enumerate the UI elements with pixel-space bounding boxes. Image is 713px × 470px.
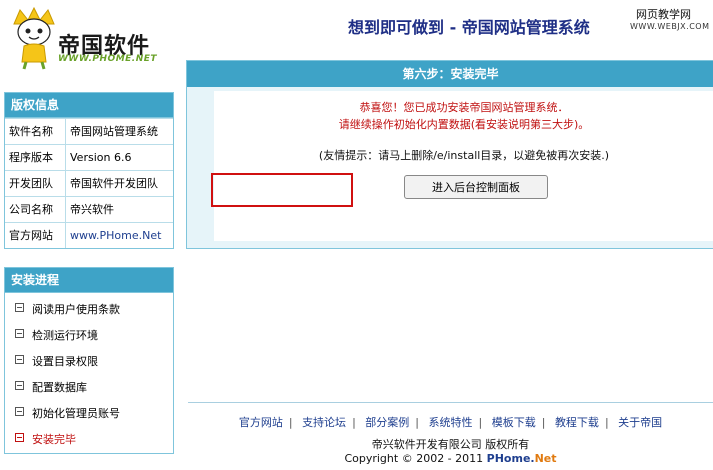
minus-box-icon: [15, 329, 24, 338]
step-label: 检测运行环境: [32, 329, 98, 342]
logo-url: WWW.PHOME.NET: [58, 54, 158, 64]
info-row: 开发团队 帝国软件开发团队: [5, 170, 173, 196]
info-key: 开发团队: [5, 171, 66, 196]
footer-link-features[interactable]: 系统特性: [429, 416, 473, 429]
info-row: 官方网站 www.PHome.Net: [5, 222, 173, 248]
step-heading: 第六步：安装完毕: [187, 61, 713, 87]
step-label: 设置目录权限: [32, 355, 98, 368]
footer-company: 帝兴软件开发有限公司 版权所有: [371, 438, 530, 451]
copyright-brand-net: Net: [534, 452, 557, 465]
footer-copyright: Copyright © 2002 - 2011 PHome.Net: [188, 452, 713, 465]
official-site-link[interactable]: www.PHome.Net: [66, 223, 173, 248]
copyright-brand: PHome.: [486, 452, 535, 465]
info-value: 帝国软件开发团队: [70, 177, 158, 190]
step-list: 阅读用户使用条款 检测运行环境 设置目录权限 配置数据库 初始化管理员账号 安装…: [5, 293, 173, 453]
next-step-message: 请继续操作初始化内置数据(看安装说明第三大步)。: [338, 118, 590, 131]
info-value: Version 6.6: [70, 151, 132, 164]
info-key: 软件名称: [5, 119, 66, 144]
step-item: 阅读用户使用条款: [5, 297, 173, 323]
minus-box-icon: [15, 433, 24, 442]
footer-link-tutorials[interactable]: 教程下载: [555, 416, 599, 429]
success-message: 恭喜您！您已成功安装帝国网站管理系统．: [359, 101, 569, 114]
info-value: 帝国网站管理系统: [70, 125, 158, 138]
step-label: 阅读用户使用条款: [32, 303, 120, 316]
minus-box-icon: [15, 303, 24, 312]
info-row: 程序版本 Version 6.6: [5, 144, 173, 170]
minus-box-icon: [15, 381, 24, 390]
step-item: 检测运行环境: [5, 323, 173, 349]
button-highlight-frame: [211, 173, 353, 207]
enter-admin-panel-button[interactable]: 进入后台控制面板: [404, 175, 548, 199]
footer-divider: [188, 402, 713, 403]
info-row: 软件名称 帝国网站管理系统: [5, 118, 173, 144]
main-content: 恭喜您！您已成功安装帝国网站管理系统． 请继续操作初始化内置数据(看安装说明第三…: [214, 91, 713, 241]
install-progress-title: 安装进程: [5, 268, 173, 293]
step-label: 初始化管理员账号: [32, 407, 120, 420]
copyright-text: Copyright © 2002 - 2011: [344, 452, 487, 465]
info-key: 官方网站: [5, 223, 66, 248]
footer-link-official-site[interactable]: 官方网站: [239, 416, 283, 429]
footer-link-cases[interactable]: 部分案例: [365, 416, 409, 429]
main-panel: 第六步：安装完毕 恭喜您！您已成功安装帝国网站管理系统． 请继续操作初始化内置数…: [186, 60, 713, 249]
watermark-text: 网页教学网: [636, 8, 691, 21]
footer-links: 官方网站 | 支持论坛 | 部分案例 | 系统特性 | 模板下载 | 教程下载 | 关于帝国: [238, 416, 663, 429]
info-value: 帝兴软件: [70, 203, 114, 216]
minus-box-icon: [15, 355, 24, 364]
step-item: 设置目录权限: [5, 349, 173, 375]
info-row: 公司名称 帝兴软件: [5, 196, 173, 222]
step-label: 安装完毕: [32, 433, 76, 446]
install-progress-box: 安装进程 阅读用户使用条款 检测运行环境 设置目录权限 配置数据库 初始化管理员…: [4, 267, 174, 454]
page-title: 想到即可做到 - 帝国网站管理系统: [348, 18, 590, 37]
watermark-url: WWW.WEBJX.COM: [630, 22, 710, 31]
step-label: 配置数据库: [32, 381, 87, 394]
step-item-current: 安装完毕: [5, 427, 173, 453]
delete-install-hint: (友情提示：请马上删除/e/install目录，以避免被再次安装.): [318, 149, 610, 162]
info-key: 程序版本: [5, 145, 66, 170]
copyright-info-box: 版权信息 软件名称 帝国网站管理系统 程序版本 Version 6.6 开发团队…: [4, 92, 174, 249]
step-item: 初始化管理员账号: [5, 401, 173, 427]
minus-box-icon: [15, 407, 24, 416]
footer-link-templates[interactable]: 模板下载: [492, 416, 536, 429]
mascot-icon: [13, 6, 55, 70]
info-key: 公司名称: [5, 197, 66, 222]
step-item: 配置数据库: [5, 375, 173, 401]
footer-link-about[interactable]: 关于帝国: [618, 416, 662, 429]
footer-link-forum[interactable]: 支持论坛: [302, 416, 346, 429]
copyright-info-title: 版权信息: [5, 93, 173, 118]
